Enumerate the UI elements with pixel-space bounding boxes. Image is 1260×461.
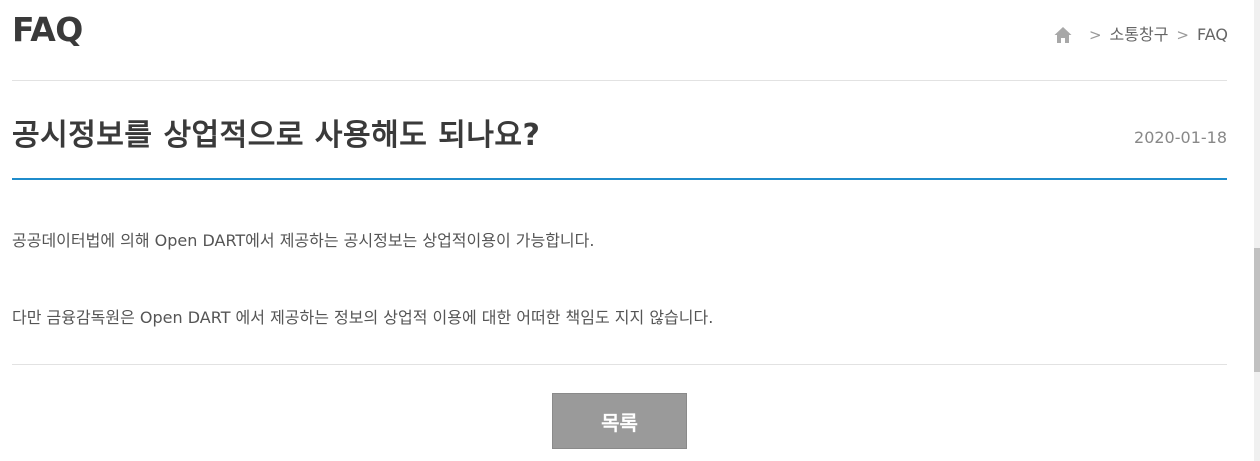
- page-title: FAQ: [12, 10, 83, 49]
- chevron-right-icon: >: [1176, 26, 1189, 44]
- scrollbar-thumb[interactable]: [1254, 248, 1260, 372]
- title-divider: [12, 178, 1227, 180]
- post-title: 공시정보를 상업적으로 사용해도 되나요?: [12, 118, 541, 153]
- chevron-right-icon: >: [1088, 26, 1102, 44]
- body-divider: [12, 364, 1227, 365]
- faq-detail-page: FAQ > 소통창구 > FAQ 공시정보를 상업적으로 사용해도 되나요? 2…: [0, 0, 1260, 461]
- post-paragraph: 다만 금융감독원은 Open DART 에서 제공하는 정보의 상업적 이용에 …: [12, 308, 714, 327]
- breadcrumb: > 소통창구 > FAQ: [1053, 24, 1228, 46]
- post-paragraph: 공공데이터법에 의해 Open DART에서 제공하는 공시정보는 상업적이용이…: [12, 231, 595, 250]
- header-divider: [12, 80, 1227, 81]
- list-button[interactable]: 목록: [552, 393, 687, 449]
- breadcrumb-item-communication[interactable]: 소통창구: [1110, 24, 1169, 46]
- home-icon[interactable]: [1053, 25, 1073, 45]
- breadcrumb-item-faq[interactable]: FAQ: [1197, 24, 1228, 46]
- post-date: 2020-01-18: [1134, 128, 1227, 147]
- scrollbar[interactable]: [1254, 0, 1260, 461]
